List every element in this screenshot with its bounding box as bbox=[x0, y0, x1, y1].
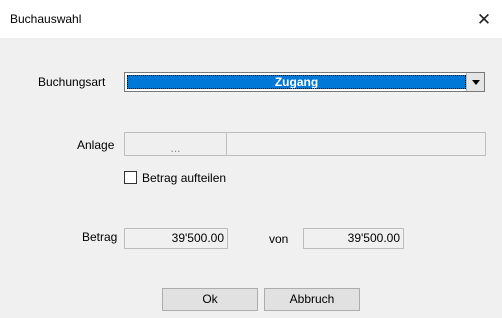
ellipsis-icon: ... bbox=[170, 141, 181, 155]
buchungsart-selected-value: Zugang bbox=[127, 75, 466, 89]
chevron-down-icon bbox=[471, 79, 480, 85]
von-label: von bbox=[269, 232, 289, 246]
betrag-field[interactable]: 39'500.00 bbox=[124, 228, 228, 249]
anlage-browse-button[interactable]: ... bbox=[124, 132, 227, 156]
close-icon[interactable]: ✕ bbox=[470, 6, 498, 34]
title-bar: Buchauswahl ✕ bbox=[0, 0, 502, 38]
anlage-label: Anlage bbox=[77, 138, 115, 152]
window-title: Buchauswahl bbox=[10, 12, 82, 26]
cancel-button[interactable]: Abbruch bbox=[264, 288, 360, 311]
buchungsart-dropdown[interactable]: Zugang bbox=[124, 72, 485, 92]
betrag-label: Betrag bbox=[82, 230, 118, 244]
betrag-aufteilen-label[interactable]: Betrag aufteilen bbox=[142, 171, 226, 185]
von-field[interactable]: 39'500.00 bbox=[303, 228, 404, 249]
dialog-body: Buchungsart Zugang Anlage ... Betrag auf… bbox=[0, 38, 502, 318]
betrag-aufteilen-checkbox[interactable] bbox=[124, 171, 137, 184]
dropdown-button[interactable] bbox=[466, 73, 484, 91]
ok-button[interactable]: Ok bbox=[162, 288, 258, 311]
anlage-field[interactable] bbox=[226, 132, 486, 156]
buchungsart-label: Buchungsart bbox=[38, 75, 106, 89]
